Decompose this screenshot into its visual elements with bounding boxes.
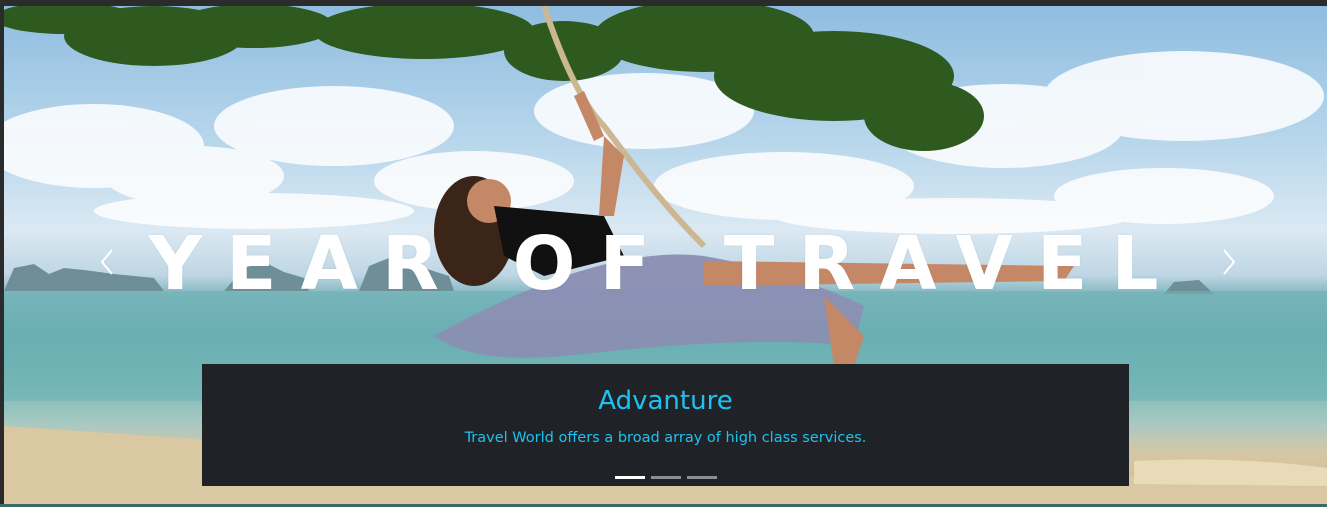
- carousel-indicators: [202, 476, 1129, 479]
- chevron-left-icon: [100, 249, 113, 275]
- carousel-indicator-1[interactable]: [614, 476, 645, 479]
- hero-headline: YEAR OF TRAVEL: [148, 221, 1183, 307]
- caption-title: Advanture: [598, 386, 733, 416]
- carousel-indicator-3[interactable]: [686, 476, 717, 479]
- carousel-caption: Advanture Travel World offers a broad ar…: [202, 364, 1129, 486]
- page-frame: YEAR OF TRAVEL Advanture Travel World of…: [0, 0, 1327, 507]
- caption-text: Travel World offers a broad array of hig…: [464, 430, 867, 446]
- carousel-indicator-2[interactable]: [650, 476, 681, 479]
- carousel-next-button[interactable]: [1214, 242, 1244, 282]
- hero-carousel: YEAR OF TRAVEL Advanture Travel World of…: [4, 6, 1327, 504]
- carousel-prev-button[interactable]: [94, 242, 124, 282]
- chevron-right-icon: [1223, 249, 1236, 275]
